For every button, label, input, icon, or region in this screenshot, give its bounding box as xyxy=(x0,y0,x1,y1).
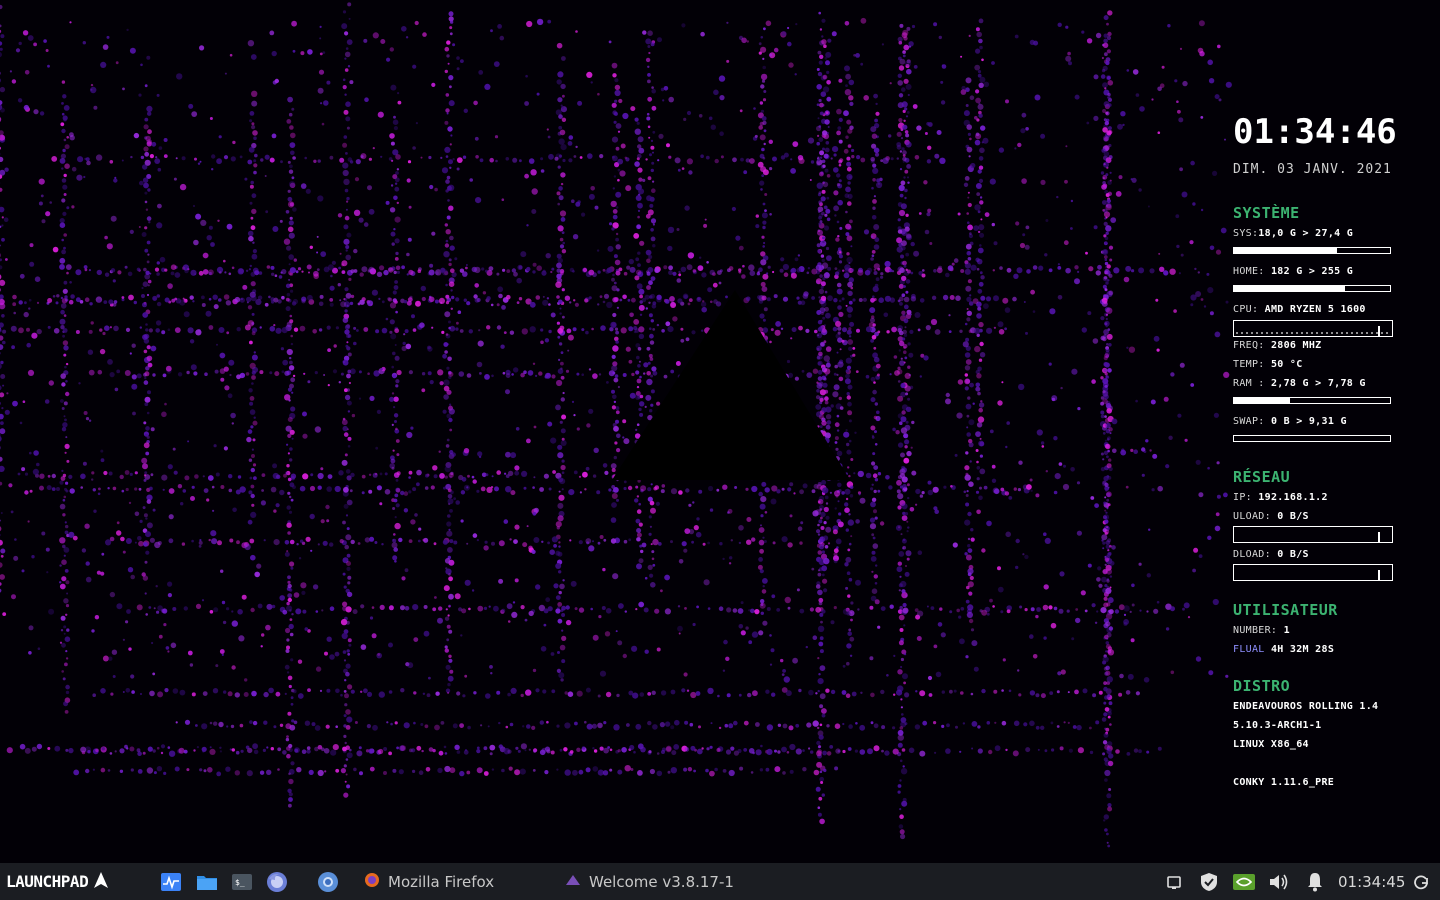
number-label: NUMBER: xyxy=(1233,625,1278,636)
home-value: 182 G > 255 G xyxy=(1270,266,1354,277)
cpu-graph-trace xyxy=(1236,332,1390,334)
terminal-icon[interactable]: $_ xyxy=(231,871,253,893)
temp-label: TEMP: xyxy=(1233,359,1265,370)
endeavouros-logo-icon xyxy=(92,871,110,893)
task-label: Mozilla Firefox xyxy=(388,872,495,891)
temp-value: 50 °C xyxy=(1270,359,1303,370)
ram-label: RAM : xyxy=(1233,378,1265,389)
upload-line: ULOAD: 0 B/S xyxy=(1233,511,1309,522)
download-line: DLOAD: 0 B/S xyxy=(1233,549,1309,560)
ip-value: 192.168.1.2 xyxy=(1258,492,1328,503)
wallpaper-dots xyxy=(0,2,1232,848)
conky-clock: 01:34:46 xyxy=(1233,112,1397,152)
taskbar: LAUNCHPAD $_ Mozilla Firefox Welcome v3.… xyxy=(0,863,1440,900)
folder-icon[interactable] xyxy=(196,871,218,893)
distro-name: ENDEAVOUROS ROLLING 1.4 xyxy=(1233,701,1379,712)
task-label: Welcome v3.8.17-1 xyxy=(589,872,734,891)
bell-icon[interactable] xyxy=(1304,871,1326,893)
sys-line: SYS:18,0 G > 27,4 G xyxy=(1233,228,1353,239)
upload-graph-peak xyxy=(1378,532,1380,542)
swap-bar xyxy=(1233,435,1391,442)
kernel-version: 5.10.3-ARCH1-1 xyxy=(1233,720,1322,731)
firefox-icon xyxy=(364,872,380,892)
temp-line: TEMP: 50 °C xyxy=(1233,359,1303,370)
task-welcome[interactable]: Welcome v3.8.17-1 xyxy=(565,863,734,900)
wallpaper xyxy=(0,2,1232,848)
conky-version: CONKY 1.11.6_PRE xyxy=(1233,777,1335,788)
ram-value: 2,78 G > 7,78 G xyxy=(1270,378,1366,389)
home-bar xyxy=(1233,285,1391,292)
swap-value: 0 B > 9,31 G xyxy=(1270,416,1347,427)
ip-label: IP: xyxy=(1233,492,1252,503)
heading-systeme: SYSTÈME xyxy=(1233,204,1300,222)
volume-icon[interactable] xyxy=(1268,871,1290,893)
download-graph-peak xyxy=(1378,570,1380,580)
heading-distro: DISTRO xyxy=(1233,677,1291,695)
conky-date: DIM. 03 JANV. 2021 xyxy=(1233,162,1392,177)
swap-line: SWAP: 0 B > 9,31 G xyxy=(1233,416,1347,427)
launchpad-button[interactable]: LAUNCHPAD xyxy=(6,863,110,900)
sys-value: 18,0 G > 27,4 G xyxy=(1258,228,1354,239)
freq-label: FREQ: xyxy=(1233,340,1265,351)
architecture: LINUX X86_64 xyxy=(1233,739,1309,750)
sys-bar-fill xyxy=(1234,248,1337,253)
upload-label: ULOAD: xyxy=(1233,511,1271,522)
cpu-label: CPU: xyxy=(1233,304,1259,315)
system-monitor-icon[interactable] xyxy=(160,871,182,893)
updates-icon[interactable] xyxy=(1410,871,1432,893)
freq-value: 2806 MHZ xyxy=(1270,340,1322,351)
ram-bar xyxy=(1233,397,1391,404)
swap-label: SWAP: xyxy=(1233,416,1265,427)
download-value: 0 B/S xyxy=(1277,549,1309,560)
user-name: FLUAL xyxy=(1233,644,1265,655)
heading-reseau: RÉSEAU xyxy=(1233,468,1291,486)
upload-value: 0 B/S xyxy=(1277,511,1309,522)
ram-line: RAM : 2,78 G > 7,78 G xyxy=(1233,378,1366,389)
user-uptime: 4H 32M 28S xyxy=(1270,644,1335,655)
home-label: HOME: xyxy=(1233,266,1265,277)
ram-bar-fill xyxy=(1234,398,1291,403)
desktop: 01:34:46 DIM. 03 JANV. 2021 SYSTÈME SYS:… xyxy=(0,0,1440,863)
firefox-icon[interactable] xyxy=(266,871,288,893)
user-line: FLUAL 4H 32M 28S xyxy=(1233,644,1334,655)
heading-utilisateur: UTILISATEUR xyxy=(1233,601,1338,619)
endeavouros-icon xyxy=(565,872,581,892)
upload-graph xyxy=(1233,526,1393,543)
users-line: NUMBER: 1 xyxy=(1233,625,1290,636)
launchpad-label: LAUNCHPAD xyxy=(6,872,89,891)
download-label: DLOAD: xyxy=(1233,549,1271,560)
cpu-value: AMD RYZEN 5 1600 xyxy=(1264,304,1366,315)
task-firefox[interactable]: Mozilla Firefox xyxy=(364,863,494,900)
number-value: 1 xyxy=(1283,625,1290,636)
sys-bar xyxy=(1233,247,1391,254)
chromium-icon[interactable] xyxy=(317,871,339,893)
taskbar-clock[interactable]: 01:34:45 xyxy=(1338,863,1405,900)
cpu-graph-peak xyxy=(1378,326,1380,336)
sys-label: SYS: xyxy=(1233,228,1259,239)
cpu-line: CPU: AMD RYZEN 5 1600 xyxy=(1233,304,1366,315)
freq-line: FREQ: 2806 MHZ xyxy=(1233,340,1322,351)
download-graph xyxy=(1233,564,1393,581)
display-icon[interactable] xyxy=(1163,871,1185,893)
nvidia-icon[interactable] xyxy=(1233,871,1255,893)
wallpaper-triangle xyxy=(612,290,850,480)
ip-line: IP: 192.168.1.2 xyxy=(1233,492,1328,503)
home-bar-fill xyxy=(1234,286,1345,291)
cpu-graph xyxy=(1233,320,1393,337)
home-line: HOME: 182 G > 255 G xyxy=(1233,266,1353,277)
shield-icon[interactable] xyxy=(1198,871,1220,893)
